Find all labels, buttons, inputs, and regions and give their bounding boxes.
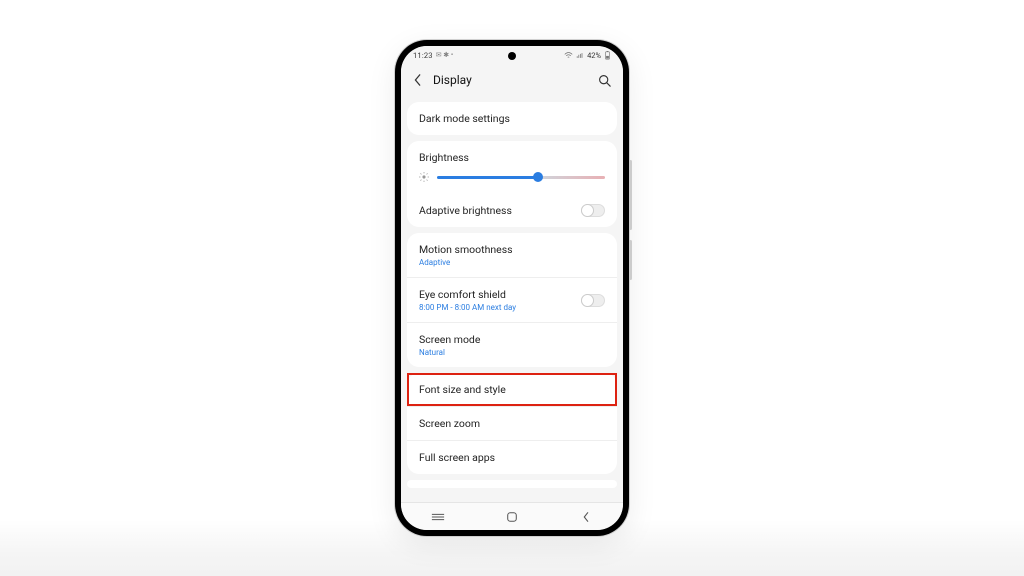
dark-mode-settings-row[interactable]: Dark mode settings (407, 102, 617, 135)
screen-mode-sub: Natural (419, 348, 605, 357)
motion-sub: Adaptive (419, 258, 605, 267)
full-screen-apps-row[interactable]: Full screen apps (407, 440, 617, 474)
full-label: Full screen apps (419, 451, 495, 464)
nav-bar (401, 502, 623, 530)
screen-mode-label: Screen mode (419, 333, 605, 346)
battery-pct: 42% (587, 51, 601, 60)
adaptive-brightness-toggle[interactable] (581, 204, 605, 217)
status-time: 11:23 (413, 51, 433, 60)
sun-icon (419, 172, 429, 182)
brightness-row: Brightness (407, 141, 617, 194)
eye-sub: 8:00 PM - 8:00 AM next day (419, 303, 581, 312)
nav-recents[interactable] (423, 512, 453, 522)
motion-label: Motion smoothness (419, 243, 605, 256)
eye-comfort-row[interactable]: Eye comfort shield 8:00 PM - 8:00 AM nex… (407, 277, 617, 322)
font-label: Font size and style (419, 383, 506, 396)
brightness-slider[interactable] (437, 176, 605, 179)
back-icon[interactable] (413, 74, 425, 86)
power-button (629, 240, 632, 280)
motion-smoothness-row[interactable]: Motion smoothness Adaptive (407, 233, 617, 277)
phone-frame: 11:23 ✉ ✱ • 42% Display (395, 40, 629, 536)
brightness-label: Brightness (419, 151, 605, 164)
volume-button (629, 160, 632, 230)
status-notification-icons: ✉ ✱ • (436, 51, 454, 59)
phone-screen: 11:23 ✉ ✱ • 42% Display (401, 46, 623, 530)
screen-mode-row[interactable]: Screen mode Natural (407, 322, 617, 367)
battery-icon (604, 51, 611, 60)
nav-home[interactable] (497, 511, 527, 523)
page-title: Display (433, 73, 597, 87)
adaptive-brightness-label: Adaptive brightness (419, 204, 581, 217)
dark-mode-label: Dark mode settings (419, 112, 510, 125)
font-size-style-row[interactable]: Font size and style (407, 373, 617, 406)
zoom-label: Screen zoom (419, 417, 480, 430)
signal-icon (576, 52, 584, 59)
camera-notch (508, 52, 516, 60)
titlebar: Display (401, 64, 623, 96)
settings-content[interactable]: Dark mode settings Brightness (401, 96, 623, 502)
adaptive-brightness-row[interactable]: Adaptive brightness (407, 194, 617, 227)
slider-thumb[interactable] (533, 172, 543, 182)
search-icon[interactable] (597, 74, 611, 87)
screen-zoom-row[interactable]: Screen zoom (407, 406, 617, 440)
nav-back[interactable] (571, 511, 601, 523)
eye-label: Eye comfort shield (419, 288, 581, 301)
wifi-icon (564, 52, 573, 59)
eye-comfort-toggle[interactable] (581, 294, 605, 307)
